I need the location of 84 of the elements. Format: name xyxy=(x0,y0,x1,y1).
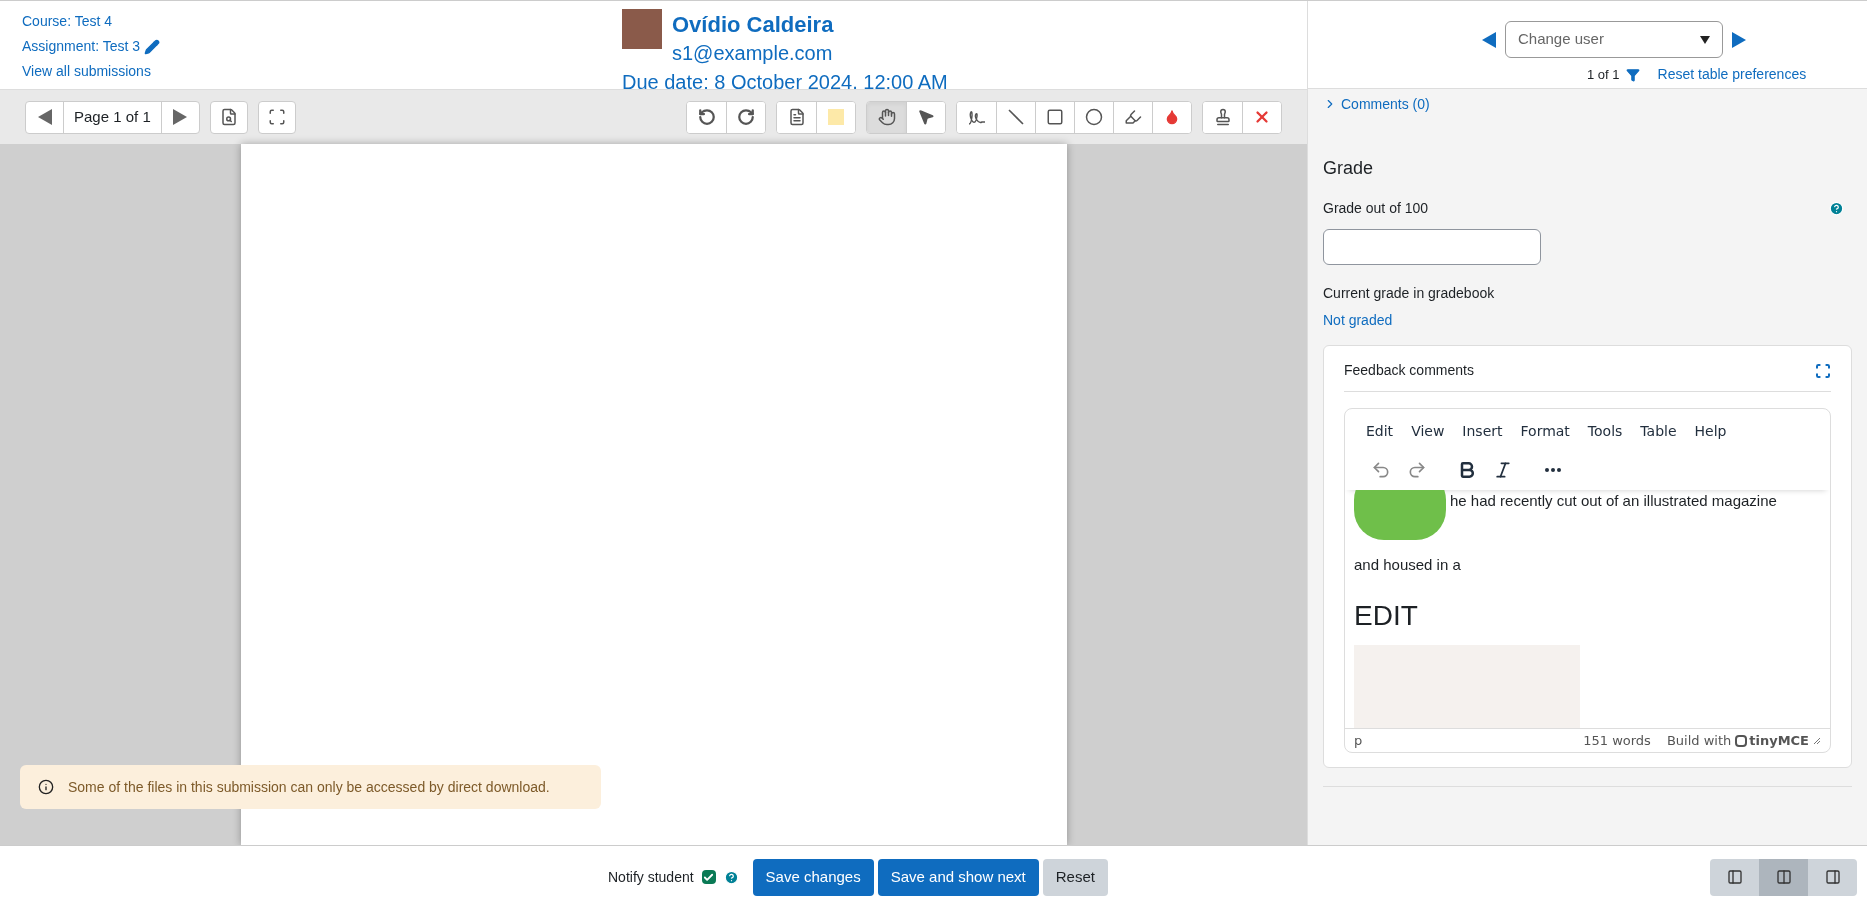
circle-icon xyxy=(1085,108,1103,126)
menu-item[interactable]: Help xyxy=(1694,421,1727,442)
user-count: 1 of 1 xyxy=(1587,65,1620,84)
menu-item[interactable]: Format xyxy=(1520,421,1570,442)
view-all-submissions-link[interactable]: View all submissions xyxy=(22,61,622,82)
avatar-photo-placeholder xyxy=(622,9,662,49)
reset-button[interactable]: Reset xyxy=(1042,858,1108,896)
highlighter-icon xyxy=(1124,108,1142,126)
menu-item[interactable]: View xyxy=(1411,421,1445,442)
filter-icon[interactable] xyxy=(1625,67,1640,82)
layout-toggle-button[interactable] xyxy=(1759,858,1808,896)
due-date: Due date: 8 October 2024, 12:00 AM xyxy=(622,69,948,95)
hand-icon xyxy=(877,108,896,126)
stamp-icon xyxy=(1213,108,1232,126)
element-path[interactable]: p xyxy=(1354,730,1363,751)
rotate-left-icon xyxy=(697,108,716,126)
grade-label: Grade out of 100 xyxy=(1323,199,1429,218)
rectangle-icon xyxy=(1046,108,1064,126)
pointer-icon xyxy=(917,108,935,126)
droplet-icon xyxy=(1164,109,1180,125)
notify-checkbox[interactable] xyxy=(701,870,716,884)
resize-handle-icon[interactable] xyxy=(1813,736,1821,745)
pen-squiggle-icon xyxy=(967,108,986,126)
user-email: s1@example.com xyxy=(672,40,834,66)
annotation-tool-button[interactable] xyxy=(867,101,906,133)
two-columns-icon xyxy=(1775,869,1792,885)
caret-icon xyxy=(1700,35,1710,44)
search-icon xyxy=(219,108,238,126)
line-icon xyxy=(1007,108,1025,126)
menu-item[interactable]: Edit xyxy=(1366,421,1394,442)
comments-link[interactable]: Comments (0) xyxy=(1341,97,1430,111)
right-panel-icon xyxy=(1824,869,1841,885)
annotation-tool-button[interactable] xyxy=(726,101,765,133)
page-label: Page 1 of 1 xyxy=(73,106,152,127)
content-text: and housed in a xyxy=(1354,555,1462,575)
search-button[interactable] xyxy=(209,100,248,134)
right-triangle-icon xyxy=(172,108,189,126)
redo-icon xyxy=(1407,460,1427,480)
rotate-right-icon xyxy=(737,108,755,126)
fullscreen-icon[interactable] xyxy=(1815,362,1831,379)
save-button[interactable]: Save changes xyxy=(752,858,874,896)
left-panel-icon xyxy=(1726,869,1743,885)
more-icon xyxy=(1545,468,1561,472)
user-name[interactable]: Ovídio Caldeira xyxy=(672,11,948,39)
reset-table-preferences-link[interactable]: Reset table preferences xyxy=(1657,64,1807,85)
expand-icon xyxy=(267,108,286,126)
save-button[interactable]: Save and show next xyxy=(877,858,1039,896)
help-icon[interactable] xyxy=(1829,201,1844,216)
annotation-tool-button[interactable] xyxy=(906,101,945,133)
undo-icon xyxy=(1371,460,1391,480)
grade-input[interactable] xyxy=(1323,229,1541,265)
italic-icon xyxy=(1493,460,1513,480)
note-swatch-icon xyxy=(828,109,844,125)
content-text: he had recently cut out of an illustrated magazine xyxy=(1450,491,1777,511)
annotation-tool-button[interactable] xyxy=(1242,101,1281,133)
menu-item[interactable]: Table xyxy=(1640,421,1677,442)
annotation-tool-button[interactable] xyxy=(1152,101,1191,133)
notify-student-label: Notify student xyxy=(608,867,694,887)
menu-item[interactable]: Tools xyxy=(1587,421,1623,442)
layout-toggle-button[interactable] xyxy=(1808,858,1857,896)
brand-name[interactable]: tinyMCE xyxy=(1749,730,1809,751)
edit-icon[interactable] xyxy=(144,38,161,55)
course-link[interactable]: Course: Test 4 xyxy=(22,11,622,32)
build-with-text: Build with xyxy=(1666,731,1732,750)
left-triangle-icon xyxy=(36,108,53,126)
previous-user-icon xyxy=(1481,30,1497,49)
comment-icon xyxy=(787,108,806,126)
next-user-icon xyxy=(1731,30,1747,49)
word-count[interactable]: 151 words xyxy=(1583,730,1651,751)
help-icon[interactable] xyxy=(723,869,739,885)
change-user-select[interactable]: Change user xyxy=(1505,21,1723,58)
expand-button[interactable] xyxy=(257,100,296,134)
feedback-title: Feedback comments xyxy=(1344,361,1474,380)
delete-icon xyxy=(1253,108,1271,126)
content-heading: EDIT xyxy=(1354,598,1419,633)
menu-item[interactable]: Insert xyxy=(1462,421,1503,442)
notice-text: Some of the files in this submission can only be accessed by direct download. xyxy=(68,777,550,797)
layout-toggle-button[interactable] xyxy=(1710,858,1759,896)
tinymce-logo-icon xyxy=(1735,734,1748,747)
assignment-link[interactable]: Assignment: Test 3 xyxy=(22,36,141,57)
info-icon xyxy=(38,779,54,795)
grade-heading: Grade xyxy=(1323,157,1375,180)
not-graded-link[interactable]: Not graded xyxy=(1323,310,1852,331)
current-grade-label: Current grade in gradebook xyxy=(1323,284,1496,303)
